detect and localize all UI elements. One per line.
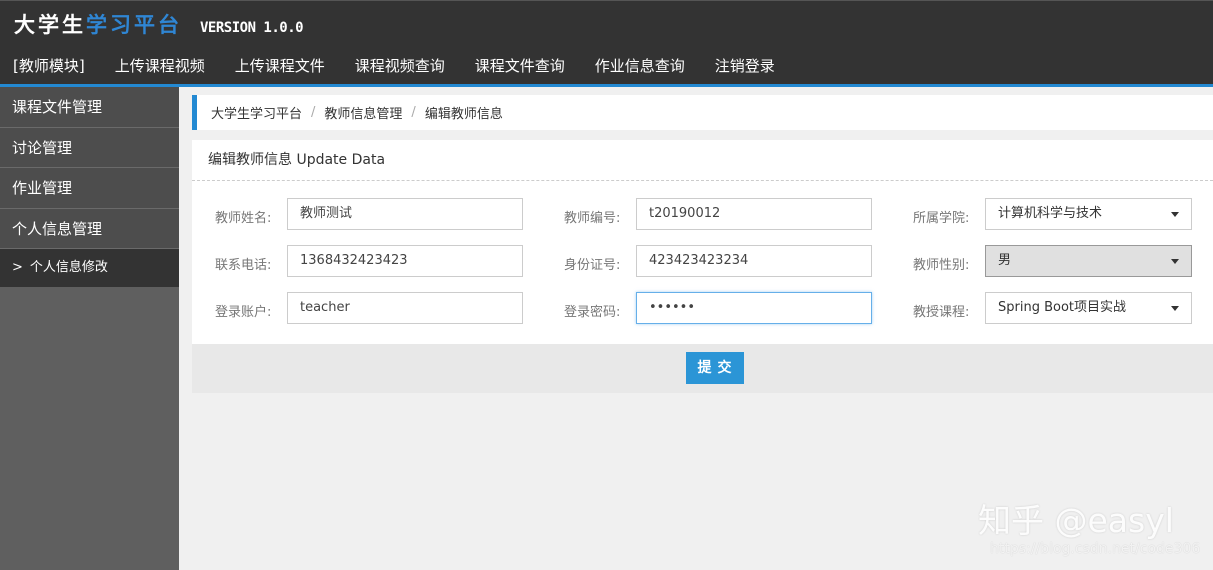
- sidebar-item-edit-profile[interactable]: > 个人信息修改: [0, 249, 179, 287]
- top-header: 大学生 学习平台 VERSION 1.0.0 [教师模块] 上传课程视频 上传课…: [0, 0, 1213, 84]
- idcard-label: 身份证号:: [564, 258, 621, 273]
- course-select[interactable]: Spring Boot项目实战: [985, 292, 1192, 324]
- breadcrumb: 大学生学习平台 / 教师信息管理 / 编辑教师信息: [192, 95, 1213, 130]
- teacher-id-input[interactable]: t20190012: [636, 198, 872, 230]
- college-select-value: 计算机科学与技术: [998, 206, 1103, 221]
- phone-label: 联系电话:: [215, 258, 272, 273]
- account-input[interactable]: teacher: [287, 292, 523, 324]
- chevron-down-icon: [1171, 259, 1179, 264]
- nav-logout[interactable]: 注销登录: [700, 55, 790, 76]
- sidebar-item-label: 个人信息修改: [29, 260, 108, 275]
- chevron-down-icon: [1171, 306, 1179, 311]
- breadcrumb-separator: /: [411, 105, 416, 120]
- college-label: 所属学院:: [913, 211, 970, 226]
- teacher-id-label: 教师编号:: [564, 211, 621, 226]
- nav-upload-file[interactable]: 上传课程文件: [220, 55, 340, 76]
- gender-label: 教师性别:: [913, 258, 970, 273]
- panel-title: 编辑教师信息 Update Data: [192, 140, 1213, 181]
- password-input[interactable]: ••••••: [636, 292, 872, 324]
- chevron-right-icon: >: [12, 260, 23, 275]
- breadcrumb-current: 编辑教师信息: [424, 107, 503, 122]
- breadcrumb-home[interactable]: 大学生学习平台: [211, 103, 302, 122]
- college-select[interactable]: 计算机科学与技术: [985, 198, 1192, 230]
- brand-logo: 大学生 学习平台 VERSION 1.0.0: [14, 9, 304, 39]
- version-label: VERSION 1.0.0: [200, 20, 304, 36]
- breadcrumb-teacher-mgmt[interactable]: 教师信息管理: [324, 103, 402, 122]
- nav-query-file[interactable]: 课程文件查询: [460, 55, 580, 76]
- edit-form-panel: 编辑教师信息 Update Data 教师姓名: 教师测试 教师编号: t201…: [192, 140, 1213, 393]
- nav-query-video[interactable]: 课程视频查询: [340, 55, 460, 76]
- nav-query-homework[interactable]: 作业信息查询: [580, 55, 700, 76]
- sidebar-item-homework[interactable]: 作业管理: [0, 168, 179, 209]
- idcard-input[interactable]: 423423423234: [636, 245, 872, 277]
- nav-teacher-module[interactable]: [教师模块]: [0, 55, 100, 76]
- course-label: 教授课程:: [913, 305, 970, 320]
- password-label: 登录密码:: [564, 305, 621, 320]
- course-select-value: Spring Boot项目实战: [998, 300, 1127, 315]
- brand-main-text: 大学生: [14, 13, 86, 37]
- sidebar-item-personal-info[interactable]: 个人信息管理: [0, 208, 179, 249]
- edit-form: 教师姓名: 教师测试 教师编号: t20190012 所属学院: 计算机科学与技…: [192, 182, 1213, 344]
- sidebar-item-course-files[interactable]: 课程文件管理: [0, 87, 179, 128]
- csdn-watermark: https://blog.csdn.net/code306: [990, 541, 1201, 557]
- submit-button[interactable]: 提交: [686, 352, 744, 384]
- gender-select-value: 男: [998, 253, 1012, 268]
- nav-upload-video[interactable]: 上传课程视频: [100, 55, 220, 76]
- zhihu-watermark: 知乎 @easyl: [978, 501, 1174, 540]
- sidebar: 课程文件管理 讨论管理 作业管理 个人信息管理 > 个人信息修改: [0, 87, 179, 570]
- form-footer: 提交: [192, 344, 1213, 393]
- name-label: 教师姓名:: [215, 211, 272, 226]
- gender-select[interactable]: 男: [985, 245, 1192, 277]
- sidebar-item-discussion[interactable]: 讨论管理: [0, 127, 179, 168]
- phone-input[interactable]: 1368432423423: [287, 245, 523, 277]
- name-input[interactable]: 教师测试: [287, 198, 523, 230]
- account-label: 登录账户:: [215, 305, 272, 320]
- brand-accent-text: 学习平台: [86, 13, 182, 37]
- top-nav: [教师模块] 上传课程视频 上传课程文件 课程视频查询 课程文件查询 作业信息查…: [0, 45, 790, 85]
- breadcrumb-separator: /: [311, 105, 316, 120]
- chevron-down-icon: [1171, 212, 1179, 217]
